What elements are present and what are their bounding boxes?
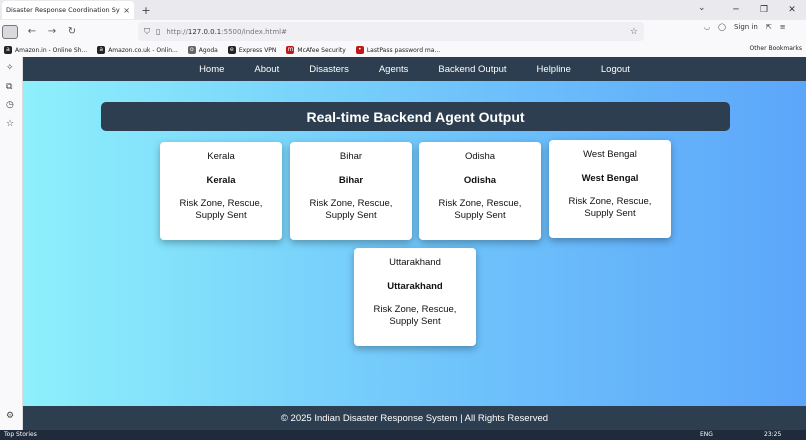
other-bookmarks-folder[interactable]: Other Bookmarks (750, 45, 802, 52)
card-title: West Bengal (583, 149, 637, 160)
bookmark-label: Amazon.co.uk - Onlin... (108, 46, 178, 54)
bookmark-favicon-icon: o (187, 46, 196, 54)
site-footer: © 2025 Indian Disaster Response System |… (23, 406, 806, 430)
bookmark-favicon-icon: e (227, 46, 236, 54)
os-taskbar: Top Stories ENG 23:25 (0, 430, 806, 440)
toolbar-right: ◡ ◯ Sign in ⇱ ≡ (704, 23, 786, 31)
nav-link-backend-output[interactable]: Backend Output (438, 64, 506, 75)
bookmark-item[interactable]: a Amazon.co.uk - Onlin... (97, 46, 178, 54)
card-name: Odisha (463, 175, 497, 186)
reload-icon[interactable]: ↻ (62, 26, 82, 37)
nav-link-disasters[interactable]: Disasters (309, 64, 349, 75)
ai-chat-icon[interactable]: ✧ (6, 63, 14, 73)
bookmark-item[interactable]: m McAfee Security (286, 46, 346, 54)
page-heading: Real-time Backend Agent Output (101, 102, 730, 131)
bookmark-label: Amazon.in - Online Sh... (15, 46, 88, 54)
state-card-west-bengal: West Bengal West Bengal Risk Zone, Rescu… (549, 140, 671, 238)
bookmark-favicon-icon: a (4, 46, 12, 54)
url-prefix: http:// (166, 27, 188, 36)
card-title: Uttarakhand (389, 257, 441, 268)
sidebar-toggle-icon[interactable] (2, 24, 18, 39)
nav-link-home[interactable]: Home (199, 64, 224, 75)
history-icon[interactable]: ◷ (6, 100, 14, 110)
minimize-icon[interactable]: ─ (722, 5, 750, 15)
card-status: Risk Zone, Rescue, Supply Sent (438, 198, 522, 221)
sign-in-button[interactable]: Sign in (734, 23, 758, 31)
bookmark-favicon-icon: a (97, 46, 106, 54)
card-status: Risk Zone, Rescue, Supply Sent (309, 198, 393, 221)
card-name: Uttarakhand (387, 281, 443, 292)
pocket-icon[interactable]: ◡ (704, 23, 710, 31)
bookmark-favicon-icon: m (286, 46, 295, 54)
card-name: Kerala (206, 175, 236, 186)
menu-icon[interactable]: ≡ (780, 23, 786, 31)
tracking-shield-icon[interactable]: ⛉ (144, 27, 150, 37)
bookmark-star-icon[interactable]: ☆ (630, 27, 638, 37)
tab-title: Disaster Response Coordination Sy (6, 6, 120, 14)
card-title: Bihar (339, 151, 363, 162)
tab-bar: Disaster Response Coordination Sy × + ⌄ … (0, 0, 806, 20)
window-controls: ─ ❐ ✕ (722, 0, 806, 20)
site-navigation: Home About Disasters Agents Backend Output He… (23, 57, 806, 81)
bookmark-item[interactable]: e Express VPN (227, 46, 277, 54)
language-indicator[interactable]: ENG (700, 431, 713, 438)
web-page: Home About Disasters Agents Backend Output He… (23, 57, 806, 430)
url-host: 127.0.0.1 (187, 27, 222, 36)
browser-toolbar: ← → ↻ ⛉ ▯ http://127.0.0.1:5500/index.ht… (0, 20, 806, 43)
browser-tab[interactable]: Disaster Response Coordination Sy × (2, 1, 134, 19)
bookmarks-icon[interactable]: ☆ (6, 119, 14, 129)
card-title: Kerala (207, 151, 235, 162)
list-tabs-icon[interactable]: ⌄ (698, 3, 706, 13)
clock[interactable]: 23:25 (764, 431, 781, 438)
bookmark-label: LastPass password ma... (366, 46, 441, 54)
card-name: West Bengal (581, 173, 639, 184)
bookmark-label: Express VPN (238, 46, 277, 54)
new-tab-button[interactable]: + (138, 4, 154, 17)
state-card-odisha: Odisha Odisha Risk Zone, Rescue, Supply … (419, 142, 541, 240)
card-title: Odisha (464, 151, 496, 162)
bookmark-label: Agoda (198, 46, 218, 54)
nav-link-logout[interactable]: Logout (601, 64, 630, 75)
card-status: Risk Zone, Rescue, Supply Sent (568, 196, 652, 219)
bookmarks-bar: a Amazon.in - Online Sh... a Amazon.co.uk -… (0, 43, 806, 57)
nav-link-agents[interactable]: Agents (379, 64, 409, 75)
bookmark-item[interactable]: o Agoda (187, 46, 218, 54)
bookmark-favicon-icon: • (355, 46, 364, 54)
state-card-uttarakhand: Uttarakhand Uttarakhand Risk Zone, Rescu… (354, 248, 476, 346)
bookmark-item[interactable]: a Amazon.in - Online Sh... (4, 46, 87, 54)
bookmark-item[interactable]: • LastPass password ma... (355, 46, 441, 54)
nav-link-helpline[interactable]: Helpline (537, 64, 571, 75)
synced-tabs-icon[interactable]: ⧉ (6, 82, 12, 92)
forward-icon[interactable]: → (42, 26, 62, 37)
state-card-kerala: Kerala Kerala Risk Zone, Rescue, Supply … (160, 142, 282, 240)
nav-link-about[interactable]: About (254, 64, 279, 75)
restore-icon[interactable]: ❐ (750, 5, 778, 15)
bookmark-label: McAfee Security (297, 46, 346, 54)
address-bar[interactable]: ⛉ ▯ http://127.0.0.1:5500/index.html# ☆ (138, 22, 644, 41)
extensions-icon[interactable]: ⇱ (766, 23, 772, 31)
account-icon[interactable]: ◯ (718, 23, 726, 31)
page-info-icon[interactable]: ▯ (156, 27, 160, 36)
card-name: Bihar (338, 175, 364, 186)
back-icon[interactable]: ← (22, 26, 42, 37)
close-tab-icon[interactable]: × (123, 6, 130, 15)
close-window-icon[interactable]: ✕ (778, 5, 806, 15)
settings-gear-icon[interactable]: ⚙ (6, 411, 14, 421)
card-status: Risk Zone, Rescue, Supply Sent (179, 198, 263, 221)
card-status: Risk Zone, Rescue, Supply Sent (373, 304, 457, 327)
url-rest: :5500/index.html# (221, 27, 287, 36)
browser-sidebar: ✧ ⧉ ◷ ☆ ⚙ (0, 57, 23, 430)
state-card-bihar: Bihar Bihar Risk Zone, Rescue, Supply Se… (290, 142, 412, 240)
news-widget[interactable]: Top Stories (4, 431, 37, 438)
